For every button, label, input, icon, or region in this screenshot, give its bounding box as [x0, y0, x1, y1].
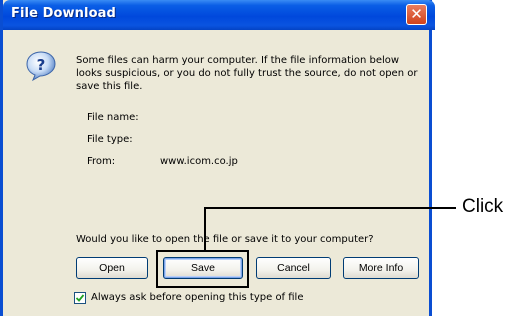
open-or-save-prompt: Would you like to open the file or save …: [76, 234, 374, 245]
from-value: www.icom.co.jp: [160, 156, 238, 167]
save-highlight-box: [156, 250, 249, 288]
svg-text:?: ?: [37, 56, 46, 74]
checkmark-icon: [75, 294, 85, 302]
dialog-title: File Download: [11, 6, 116, 21]
warning-message-line-3: save this file.: [76, 81, 143, 92]
warning-message-line-2: looks suspicious, or you do not fully tr…: [76, 68, 418, 79]
callout-line-vertical: [204, 207, 206, 251]
more-info-button[interactable]: More Info: [343, 257, 419, 279]
from-label: From:: [87, 156, 116, 167]
close-icon: ✕: [410, 5, 423, 23]
title-bar[interactable]: File Download ✕: [3, 0, 435, 30]
file-type-label: File type:: [87, 134, 133, 145]
question-icon: ?: [26, 51, 56, 82]
always-ask-label[interactable]: Always ask before opening this type of f…: [91, 292, 304, 303]
always-ask-checkbox[interactable]: [74, 292, 86, 304]
warning-message-line-1: Some files can harm your computer. If th…: [76, 55, 400, 66]
file-name-label: File name:: [87, 112, 139, 123]
open-button[interactable]: Open: [76, 257, 148, 279]
close-button[interactable]: ✕: [406, 4, 427, 25]
click-annotation-label: Click: [462, 196, 504, 217]
cancel-button[interactable]: Cancel: [256, 257, 331, 279]
callout-line-horizontal: [204, 207, 456, 209]
